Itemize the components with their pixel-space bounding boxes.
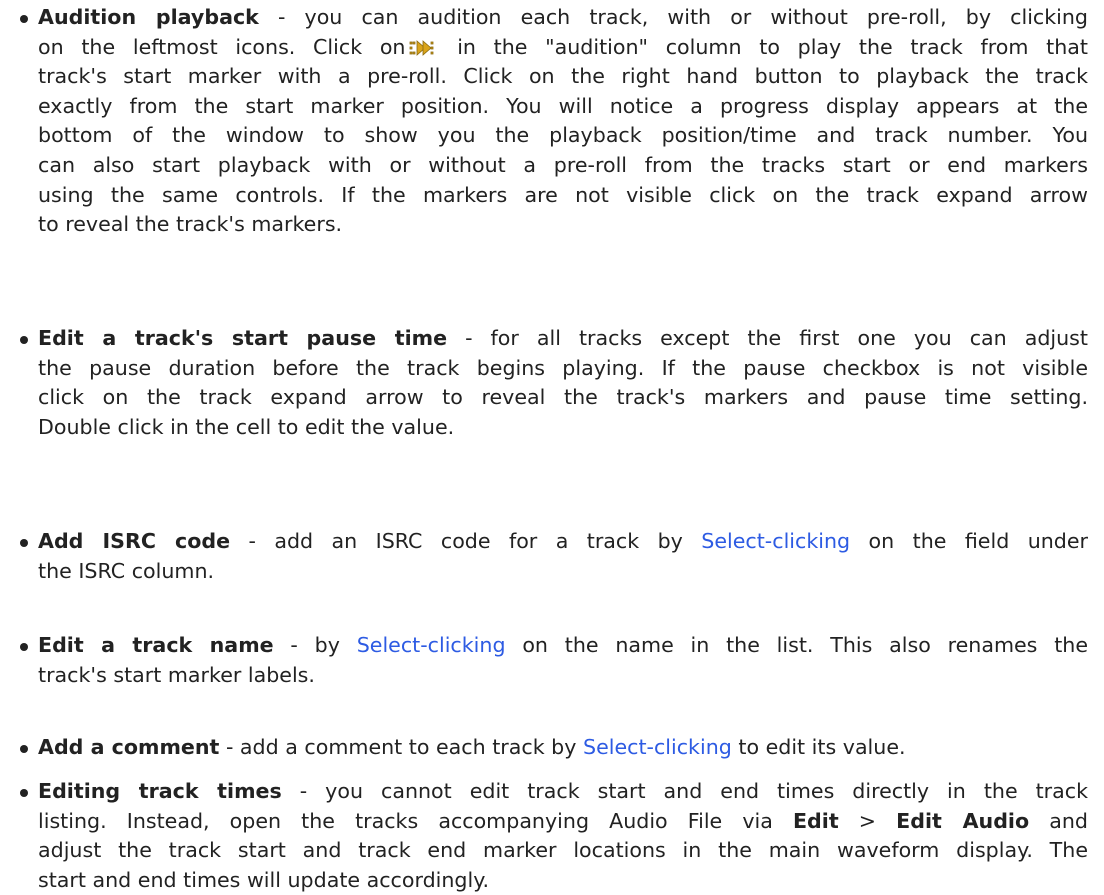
bullet-icon [20, 745, 28, 753]
bullet-icon [20, 15, 28, 23]
item-title: Audition playback [38, 5, 259, 29]
select-clicking-link[interactable]: Select-clicking [583, 735, 732, 759]
item-line: Double click in the cell to edit the val… [38, 414, 455, 439]
item-line: listing. Instead, open the tracks accomp… [38, 807, 1088, 837]
item-title: Add a comment [38, 735, 220, 759]
item-text: listing. Instead, open the tracks accomp… [38, 808, 793, 833]
item-line: click on the track expand arrow to revea… [38, 385, 1088, 410]
item-line: bottom of the window to show you the pla… [38, 123, 1088, 148]
item-line: using the same controls. If the markers … [38, 182, 1088, 207]
item-line: Edit a track name - by Select-clicking o… [38, 631, 1088, 661]
item-line: start and end times will update accordin… [38, 867, 490, 892]
item-line: track's start marker labels. [38, 662, 315, 687]
item-line: the pause duration before the track begi… [38, 355, 1088, 380]
item-line: Add ISRC code - add an ISRC code for a t… [38, 527, 1088, 557]
bullet-icon [20, 539, 28, 547]
item-line: exactly from the start marker position. … [38, 93, 1088, 118]
item-title: Add ISRC code [38, 529, 231, 553]
select-clicking-link[interactable]: Select-clicking [357, 633, 506, 657]
list-item-editing-track-times: Editing track times - you cannot edit tr… [20, 777, 1088, 895]
select-clicking-link[interactable]: Select-clicking [701, 529, 850, 553]
item-line: on the leftmost icons. Click on in the "… [38, 33, 1088, 63]
item-title: Editing track times [38, 779, 282, 803]
item-line: adjust the track start and track end mar… [38, 838, 1088, 863]
item-text: - you can audition each track, with or w… [258, 5, 1089, 29]
item-line: track's start marker with a pre-roll. Cl… [38, 64, 1088, 89]
menu-separator: > [838, 808, 897, 833]
item-line: can also start playback with or without … [38, 152, 1088, 177]
item-text: - add an ISRC code for a track by [230, 529, 702, 553]
item-text: - add a comment to each track by [219, 735, 583, 759]
item-line: to reveal the track's markers. [38, 212, 343, 237]
list-item-add-isrc: Add ISRC code - add an ISRC code for a t… [20, 527, 1088, 586]
item-line: Edit a track's start pause time - for al… [38, 324, 1088, 354]
list-item-edit-track-name: Edit a track name - by Select-clicking o… [20, 631, 1088, 690]
item-text: on the leftmost icons. Click on [38, 34, 406, 59]
item-text: - for all tracks except the first one yo… [447, 326, 1088, 350]
list-item-audition-playback: Audition playback - you can audition eac… [20, 3, 1088, 240]
item-line: Audition playback - you can audition eac… [38, 3, 1088, 33]
play-preroll-icon [410, 39, 434, 56]
item-text: - you cannot edit track start and end ti… [281, 779, 1089, 803]
list-item-edit-pause-time: Edit a track's start pause time - for al… [20, 324, 1088, 442]
item-line: Add a comment - add a comment to each tr… [38, 733, 1088, 763]
bullet-icon [20, 643, 28, 651]
item-text: and [1029, 808, 1089, 833]
item-text: - by [273, 633, 357, 657]
item-text: on the name in the list. This also renam… [505, 633, 1088, 657]
item-text: on the field under [850, 529, 1089, 553]
menu-edit: Edit [792, 808, 839, 833]
item-text: to edit its value. [731, 735, 906, 759]
item-title: Edit a track name [38, 633, 274, 657]
menu-edit-audio: Edit Audio [896, 808, 1030, 833]
help-document: Audition playback - you can audition eac… [0, 0, 1104, 892]
list-item-add-comment: Add a comment - add a comment to each tr… [20, 733, 1088, 763]
bullet-icon [20, 336, 28, 344]
item-line: the ISRC column. [38, 558, 215, 583]
item-line: Editing track times - you cannot edit tr… [38, 777, 1088, 807]
item-title: Edit a track's start pause time [38, 326, 448, 350]
bullet-icon [20, 789, 28, 797]
item-text: in the "audition" column to play the tra… [439, 34, 1088, 59]
